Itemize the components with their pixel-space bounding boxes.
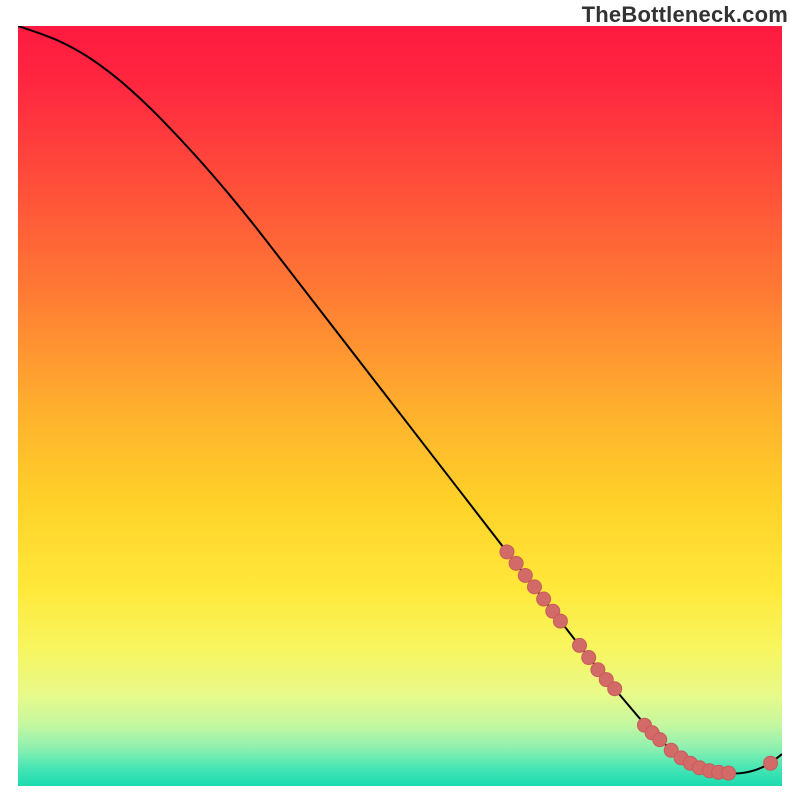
curve-marker [764, 756, 778, 770]
gradient-background [18, 26, 782, 786]
curve-marker [582, 651, 596, 665]
curve-marker [518, 568, 532, 582]
curve-marker [527, 580, 541, 594]
chart-container: TheBottleneck.com [0, 0, 800, 800]
bottleneck-chart [0, 0, 800, 800]
curve-marker [722, 766, 736, 780]
curve-marker [500, 545, 514, 559]
curve-marker [509, 556, 523, 570]
curve-marker [573, 638, 587, 652]
curve-marker [537, 592, 551, 606]
curve-marker [553, 614, 567, 628]
curve-marker [608, 682, 622, 696]
curve-marker [653, 733, 667, 747]
